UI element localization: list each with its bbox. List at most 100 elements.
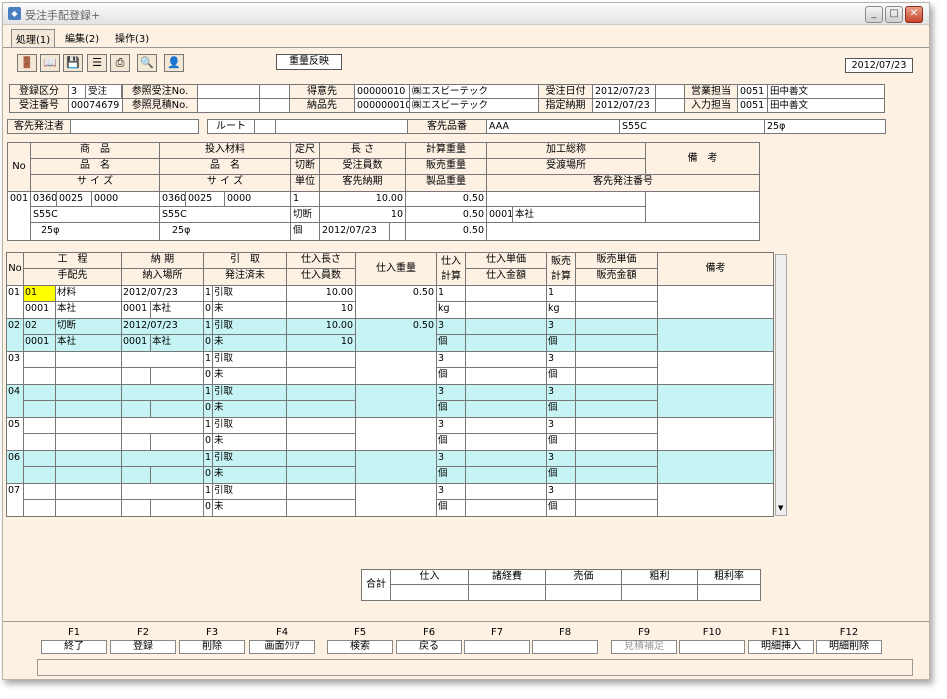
grid-remarks[interactable] — [657, 417, 774, 451]
fkey-f5-button[interactable]: 検索 — [327, 640, 393, 654]
maximize-icon[interactable]: □ — [885, 6, 903, 23]
close-icon[interactable]: ✕ — [905, 6, 923, 23]
grid-remarks[interactable] — [657, 450, 774, 484]
exit-door-icon[interactable]: 🚪 — [17, 54, 37, 72]
grid-place-code[interactable] — [121, 367, 151, 385]
grid-process-code[interactable] — [23, 417, 56, 434]
grid-unit-price[interactable] — [465, 417, 547, 434]
grid-sales-price[interactable] — [575, 450, 658, 467]
grid-sales-calc[interactable]: 3 — [546, 483, 576, 500]
grid-place-code[interactable]: 0001 — [121, 301, 151, 319]
grid-length[interactable] — [286, 483, 356, 500]
grid-unit-price[interactable] — [465, 483, 547, 500]
grid-process-code[interactable]: 01 — [23, 285, 56, 302]
grid-due-date[interactable] — [121, 483, 204, 500]
grid-process-code[interactable] — [23, 384, 56, 401]
grid-sales-price[interactable] — [575, 417, 658, 434]
grid-sales-calc[interactable]: 3 — [546, 351, 576, 368]
list-icon[interactable]: ☰ — [87, 54, 107, 72]
grid-qty[interactable] — [286, 499, 356, 517]
grid-weight[interactable] — [355, 351, 437, 385]
mat-code1[interactable]: 0360 — [159, 191, 186, 207]
grid-length[interactable] — [286, 450, 356, 467]
prod-qty-value[interactable]: 10 — [319, 206, 406, 223]
grid-length[interactable] — [286, 351, 356, 368]
grid-purchase-calc[interactable]: 1 — [436, 285, 466, 302]
grid-weight[interactable] — [355, 483, 437, 517]
scroll-down-icon[interactable]: ▼ — [778, 504, 783, 512]
grid-remarks[interactable] — [657, 483, 774, 517]
fkey-f7-button[interactable] — [464, 640, 530, 654]
grid-sales-price[interactable] — [575, 351, 658, 368]
save-icon[interactable]: 💾 — [63, 54, 83, 72]
due-date-field[interactable]: 2012/07/23 — [592, 98, 656, 113]
grid-remarks[interactable] — [657, 351, 774, 385]
fkey-f9-button[interactable]: 見積補足 — [611, 640, 677, 654]
grid-weight[interactable]: 0.50 — [355, 318, 437, 352]
grid-place-code[interactable] — [121, 400, 151, 418]
prod-remarks-value[interactable] — [645, 191, 760, 223]
grid-place-code[interactable]: 0001 — [121, 334, 151, 352]
grid-supplier-code[interactable] — [23, 367, 56, 385]
search-icon[interactable]: 🔍 — [137, 54, 157, 72]
fkey-f1-button[interactable]: 終了 — [41, 640, 107, 654]
grid-purchase-calc[interactable]: 3 — [436, 483, 466, 500]
grid-sales-calc[interactable]: 3 — [546, 417, 576, 434]
grid-sales-calc[interactable]: 3 — [546, 450, 576, 467]
fkey-f2-button[interactable]: 登録 — [110, 640, 176, 654]
prod-code3[interactable]: 0000 — [91, 191, 160, 207]
prod-customer-order-value[interactable] — [486, 222, 760, 241]
grid-due-date[interactable] — [121, 351, 204, 368]
fkey-f10-button[interactable] — [679, 640, 745, 654]
grid-remarks[interactable] — [657, 285, 774, 319]
grid-scrollbar[interactable]: ▼ — [775, 254, 787, 516]
grid-place-code[interactable] — [121, 499, 151, 517]
fixed-length-value[interactable]: 1 — [290, 191, 320, 207]
grid-process-code[interactable] — [23, 351, 56, 368]
grid-weight[interactable] — [355, 384, 437, 418]
prod-product-weight-value[interactable]: 0.50 — [405, 222, 487, 241]
grid-purchase-calc[interactable]: 3 — [436, 417, 466, 434]
fkey-f11-button[interactable]: 明細挿入 — [748, 640, 814, 654]
grid-qty[interactable] — [286, 433, 356, 451]
prod-length-value[interactable]: 10.00 — [319, 191, 406, 207]
weight-reflect-button[interactable]: 重量反映 — [276, 54, 342, 70]
grid-supplier-code[interactable] — [23, 400, 56, 418]
grid-qty[interactable] — [286, 367, 356, 385]
grid-supplier-code[interactable]: 0001 — [23, 301, 56, 319]
grid-length[interactable]: 10.00 — [286, 318, 356, 335]
sales-rep-code[interactable]: 0051 — [737, 84, 768, 99]
grid-place-code[interactable] — [121, 466, 151, 484]
grid-unit-price[interactable] — [465, 318, 547, 335]
grid-purchase-calc[interactable]: 3 — [436, 384, 466, 401]
grid-purchase-calc[interactable]: 3 — [436, 351, 466, 368]
grid-unit-price[interactable] — [465, 285, 547, 302]
minimize-icon[interactable]: _ — [865, 6, 883, 23]
grid-purchase-calc[interactable]: 3 — [436, 318, 466, 335]
grid-supplier-code[interactable]: 0001 — [23, 334, 56, 352]
menu-process[interactable]: 処理(1) — [11, 29, 56, 48]
grid-length[interactable] — [286, 417, 356, 434]
prod-due-value[interactable]: 2012/07/23 — [319, 222, 390, 241]
prod-place-code[interactable]: 0001 — [486, 206, 513, 223]
grid-sales-price[interactable] — [575, 285, 658, 302]
grid-sales-price[interactable] — [575, 483, 658, 500]
grid-length[interactable] — [286, 384, 356, 401]
menu-operation[interactable]: 操作(3) — [111, 29, 153, 46]
grid-due-date[interactable] — [121, 384, 204, 401]
grid-qty[interactable]: 10 — [286, 301, 356, 319]
grid-sales-calc[interactable]: 1 — [546, 285, 576, 302]
grid-weight[interactable]: 0.50 — [355, 285, 437, 319]
grid-qty[interactable] — [286, 400, 356, 418]
grid-supplier-code[interactable] — [23, 499, 56, 517]
grid-sales-calc[interactable]: 3 — [546, 384, 576, 401]
grid-remarks[interactable] — [657, 318, 774, 352]
ref-estimate-field[interactable] — [197, 98, 260, 113]
grid-process-code[interactable] — [23, 450, 56, 467]
grid-sales-price[interactable] — [575, 318, 658, 335]
mat-code2[interactable]: 0025 — [185, 191, 225, 207]
grid-place-code[interactable] — [121, 433, 151, 451]
fkey-f6-button[interactable]: 戻る — [396, 640, 462, 654]
prod-code1[interactable]: 0360 — [30, 191, 57, 207]
grid-weight[interactable] — [355, 450, 437, 484]
